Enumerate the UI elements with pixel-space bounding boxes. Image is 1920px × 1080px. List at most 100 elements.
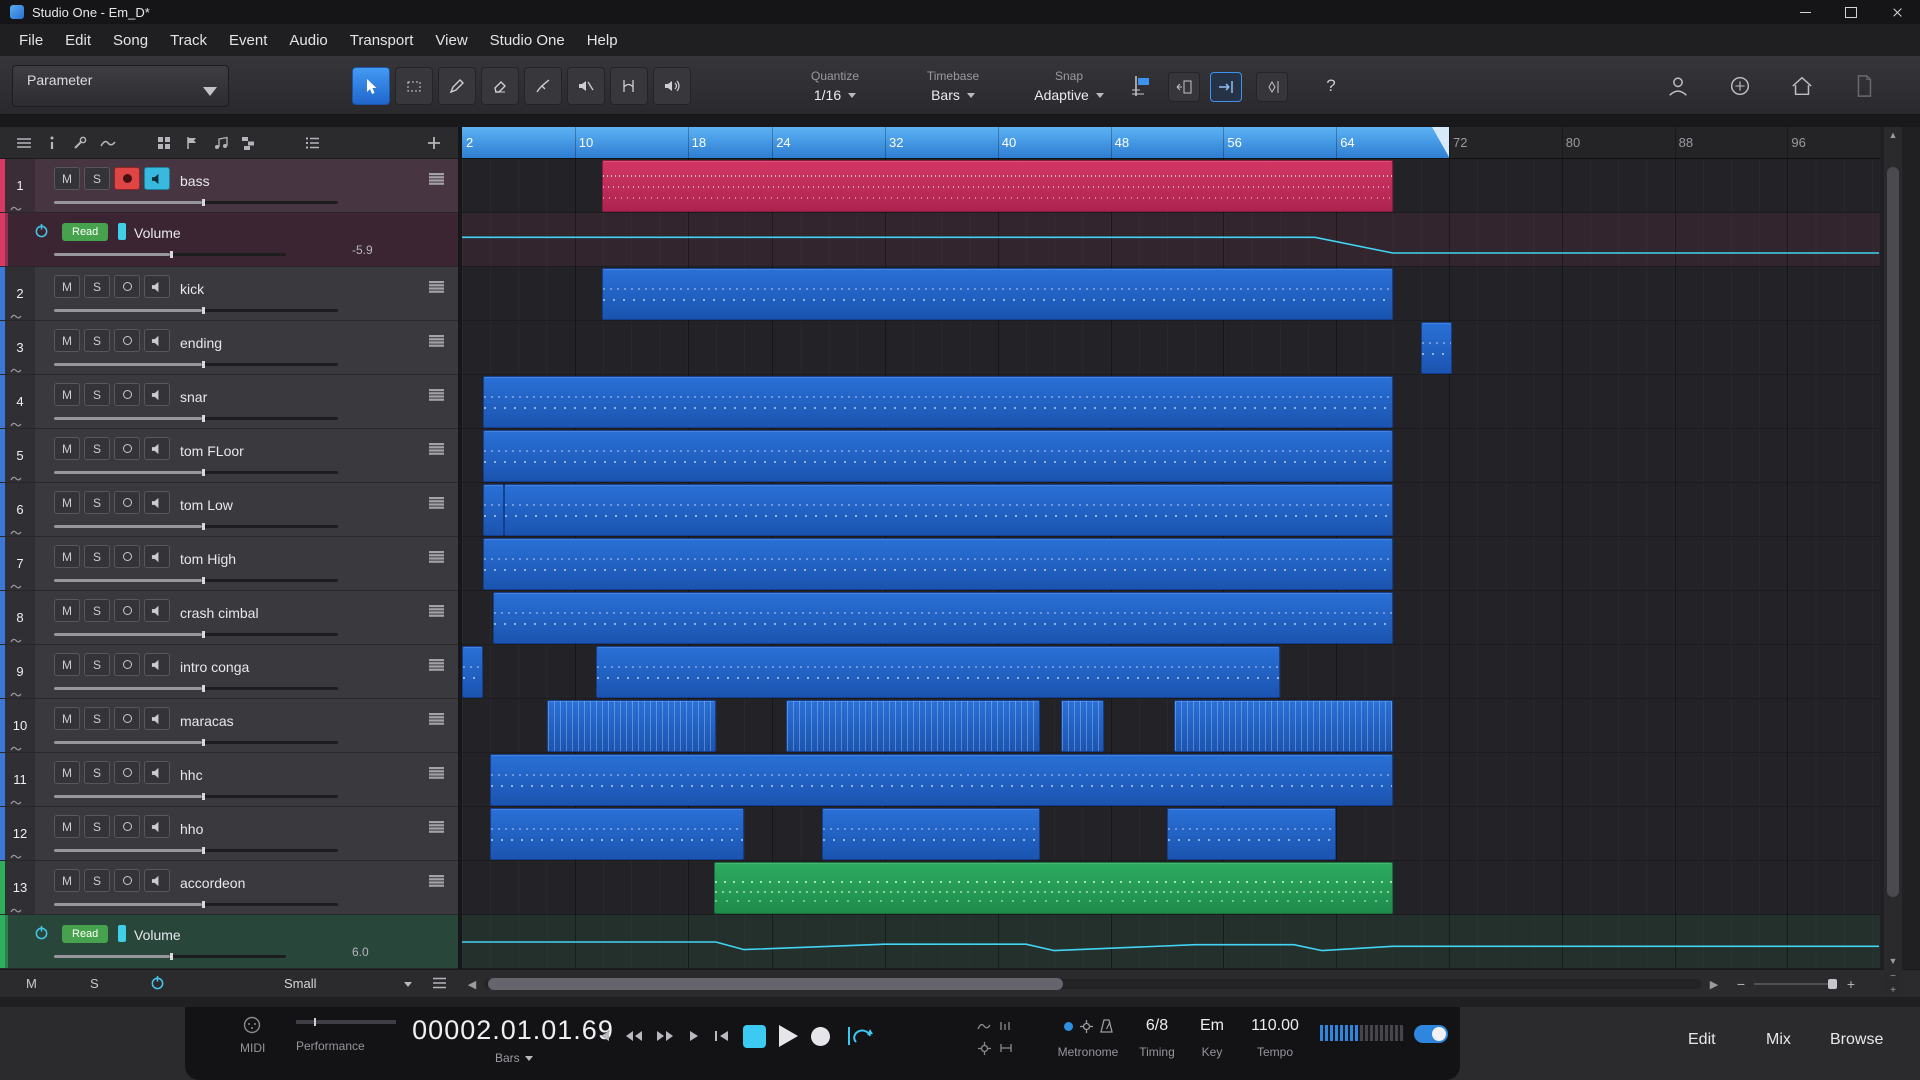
instrument-editor-icon[interactable] — [429, 605, 444, 617]
track-header-crash-cimbal[interactable]: 8MScrash cimbal — [0, 591, 458, 645]
record-arm-button[interactable] — [114, 815, 140, 838]
sphere-sync-icon[interactable] — [1726, 73, 1754, 99]
fast-forward-button[interactable] — [656, 1029, 674, 1043]
loop-end-marker[interactable] — [1432, 127, 1449, 157]
gear-icon[interactable] — [975, 1039, 993, 1057]
vertical-zoom-in-icon[interactable]: + — [1890, 985, 1896, 996]
track-header-hhc[interactable]: 11MShhc — [0, 753, 458, 807]
menu-studio-one[interactable]: Studio One — [479, 27, 576, 54]
instrument-editor-icon[interactable] — [429, 659, 444, 671]
volume-slider-knob[interactable] — [202, 523, 205, 530]
automation-toggle-icon[interactable] — [10, 367, 22, 374]
stop-button[interactable] — [743, 1025, 766, 1048]
close-button[interactable] — [1874, 0, 1920, 24]
scroll-down-icon[interactable]: ▼ — [1884, 953, 1902, 969]
arrow-tool-button[interactable] — [352, 67, 390, 105]
menu-file[interactable]: File — [8, 27, 54, 54]
volume-slider[interactable] — [54, 471, 338, 474]
vertical-zoom-out-icon[interactable]: − — [1890, 971, 1896, 982]
quantize-dropdown[interactable]: Quantize 1/16 — [775, 69, 895, 103]
solo-button[interactable]: S — [84, 869, 110, 892]
horizontal-scrollbar[interactable]: ◀ ▶ − + — [462, 970, 1880, 998]
timeline-ruler[interactable]: 2101824324048566472808896 — [462, 127, 1880, 159]
mute-tool-button[interactable] — [567, 67, 605, 105]
edit-view-button[interactable]: Edit — [1688, 1031, 1716, 1049]
automation-toggle-icon[interactable] — [10, 637, 22, 644]
vertical-scrollbar[interactable]: ▲ ▼ — [1884, 127, 1902, 969]
mute-button[interactable]: M — [54, 383, 80, 406]
monitor-button[interactable] — [144, 437, 170, 460]
track-header-intro-conga[interactable]: 9MSintro conga — [0, 645, 458, 699]
mute-button[interactable]: M — [54, 653, 80, 676]
automation-slider-knob[interactable] — [170, 953, 173, 960]
menu-edit[interactable]: Edit — [54, 27, 102, 54]
volume-slider[interactable] — [54, 903, 338, 906]
chevron-down-icon[interactable] — [404, 982, 412, 987]
automation-parameter-name[interactable]: Volume — [134, 225, 181, 241]
automation-lane-header-bass[interactable]: ReadVolume-5.9 — [0, 213, 458, 267]
monitor-button[interactable] — [144, 653, 170, 676]
track-header-hho[interactable]: 12MShho — [0, 807, 458, 861]
horizontal-scroll-thumb[interactable] — [488, 978, 1063, 990]
track-header-kick[interactable]: 2MSkick — [0, 267, 458, 321]
automation-toggle-icon[interactable] — [10, 799, 22, 806]
loop-range-band[interactable] — [462, 127, 1449, 158]
track-name[interactable]: crash cimbal — [180, 605, 259, 621]
master-solo-button[interactable]: S — [90, 976, 99, 991]
automation-toggle-icon[interactable] — [10, 745, 22, 752]
mute-button[interactable]: M — [54, 599, 80, 622]
blocks-view-icon[interactable] — [234, 130, 262, 156]
record-arm-button[interactable] — [114, 653, 140, 676]
solo-button[interactable]: S — [84, 653, 110, 676]
autoscroll-toggle-button[interactable] — [1210, 72, 1242, 102]
tempo-value[interactable]: 110.00 — [1240, 1017, 1310, 1035]
minimize-button[interactable] — [1782, 0, 1828, 24]
automation-toggle-icon[interactable] — [10, 529, 22, 536]
track-header-ending[interactable]: 3MSending — [0, 321, 458, 375]
track-name[interactable]: snar — [180, 389, 207, 405]
record-arm-button[interactable] — [114, 491, 140, 514]
metronome-settings-icon[interactable] — [1080, 1020, 1093, 1033]
automation-icon[interactable] — [94, 130, 122, 156]
automation-slider-knob[interactable] — [170, 251, 173, 258]
volume-slider-knob[interactable] — [202, 361, 205, 368]
automation-power-button[interactable] — [34, 925, 49, 940]
monitor-button[interactable] — [144, 869, 170, 892]
track-name[interactable]: accordeon — [180, 875, 245, 891]
mix-view-button[interactable]: Mix — [1766, 1031, 1791, 1049]
zoom-slider[interactable] — [1754, 983, 1836, 985]
automation-mode-badge[interactable]: Read — [62, 925, 108, 943]
menu-transport[interactable]: Transport — [339, 27, 425, 54]
record-arm-button[interactable] — [114, 329, 140, 352]
monitor-button[interactable] — [144, 491, 170, 514]
zoom-slider-knob[interactable] — [1828, 979, 1837, 989]
prev-bar-button[interactable] — [598, 1029, 612, 1043]
inspector-icon[interactable] — [38, 130, 66, 156]
monitor-button[interactable] — [144, 599, 170, 622]
track-name[interactable]: tom Low — [180, 497, 233, 513]
solo-button[interactable]: S — [84, 329, 110, 352]
record-button[interactable] — [811, 1027, 830, 1046]
record-arm-button[interactable] — [114, 545, 140, 568]
marker-flag-icon[interactable] — [178, 130, 206, 156]
instrument-editor-icon[interactable] — [429, 389, 444, 401]
maximize-button[interactable] — [1828, 0, 1874, 24]
track-header-tom-FLoor[interactable]: 5MStom FLoor — [0, 429, 458, 483]
volume-slider-knob[interactable] — [202, 739, 205, 746]
time-signature-value[interactable]: 6/8 — [1127, 1017, 1187, 1035]
range-tool-button[interactable] — [395, 67, 433, 105]
monitor-button[interactable] — [144, 545, 170, 568]
time-display[interactable]: 00002.01.01.69 — [408, 1015, 618, 1046]
instrument-editor-icon[interactable] — [429, 281, 444, 293]
arrangement-area[interactable] — [462, 159, 1880, 969]
automation-curve[interactable] — [462, 213, 1880, 267]
automation-toggle-icon[interactable] — [10, 583, 22, 590]
eraser-tool-button[interactable] — [481, 67, 519, 105]
split-cursor-toggle-button[interactable] — [1256, 72, 1288, 102]
record-arm-button[interactable] — [114, 167, 140, 190]
monitor-button[interactable] — [144, 815, 170, 838]
automation-lane-header-accordeon[interactable]: ReadVolume6.0 — [0, 915, 458, 969]
hamburger-menu-icon[interactable] — [10, 130, 38, 156]
mute-button[interactable]: M — [54, 275, 80, 298]
mute-button[interactable]: M — [54, 869, 80, 892]
